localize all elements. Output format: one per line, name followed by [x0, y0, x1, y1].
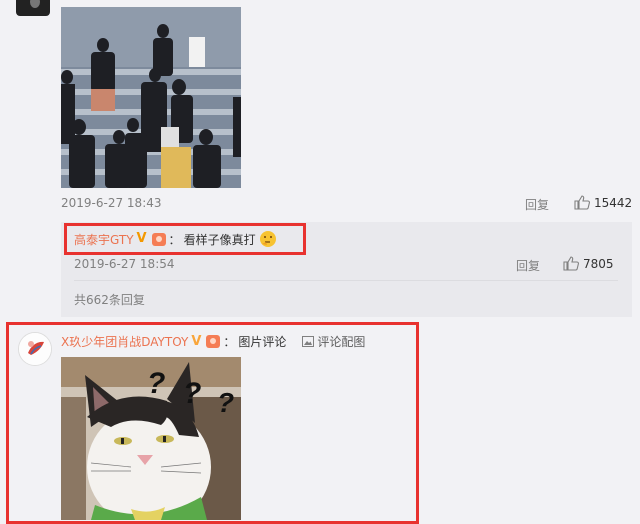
like-button[interactable]: 15442 — [574, 195, 632, 210]
thinking-face-icon — [259, 231, 276, 247]
comment-photo[interactable] — [61, 7, 241, 188]
comment-text: 图片评论 — [238, 335, 287, 349]
sub-reply-line: 高泰宇GTY V ： 看样子像真打 — [74, 230, 277, 248]
reply-label: 回复 — [516, 259, 541, 273]
avatar[interactable] — [16, 0, 50, 16]
reply-label: 回复 — [525, 198, 550, 212]
divider — [74, 280, 618, 281]
like-count: 15442 — [594, 195, 633, 210]
reply-separator: ： — [168, 232, 181, 247]
thumbs-up-icon — [574, 195, 590, 210]
reply-username[interactable]: 高泰宇GTY — [74, 231, 134, 248]
comment-photo[interactable]: ? ? ? — [61, 357, 241, 520]
question-mark-overlay: ? — [217, 387, 235, 418]
reply-timestamp: 2019-6-27 18:54 — [74, 257, 175, 271]
fan-badge-icon — [206, 335, 221, 348]
comment-image-link[interactable]: 评论配图 — [317, 333, 365, 350]
fan-badge-icon — [151, 232, 166, 246]
like-count: 7805 — [583, 256, 614, 271]
comment-header: X玖少年团肖战DAYTOY V ： 图片评论 评论配图 — [61, 333, 365, 350]
verified-v-icon: V — [136, 231, 147, 246]
reply-button[interactable]: 回复 — [516, 257, 540, 274]
verified-v-icon: V — [191, 333, 202, 349]
question-mark-overlay: ? — [183, 377, 202, 410]
like-button[interactable]: 7805 — [563, 256, 614, 271]
comment-separator: ： — [223, 335, 236, 349]
question-mark-overlay: ? — [147, 367, 166, 400]
reply-text: 看样子像真打 — [183, 232, 256, 247]
more-replies-link[interactable]: 共662条回复 — [74, 291, 145, 308]
reply-button[interactable]: 回复 — [525, 196, 549, 213]
thumbs-up-icon — [563, 256, 579, 271]
timestamp: 2019-6-27 18:43 — [61, 196, 162, 210]
image-icon — [302, 336, 315, 347]
comment-username[interactable]: X玖少年团肖战DAYTOY — [61, 333, 188, 350]
avatar[interactable] — [18, 332, 52, 366]
